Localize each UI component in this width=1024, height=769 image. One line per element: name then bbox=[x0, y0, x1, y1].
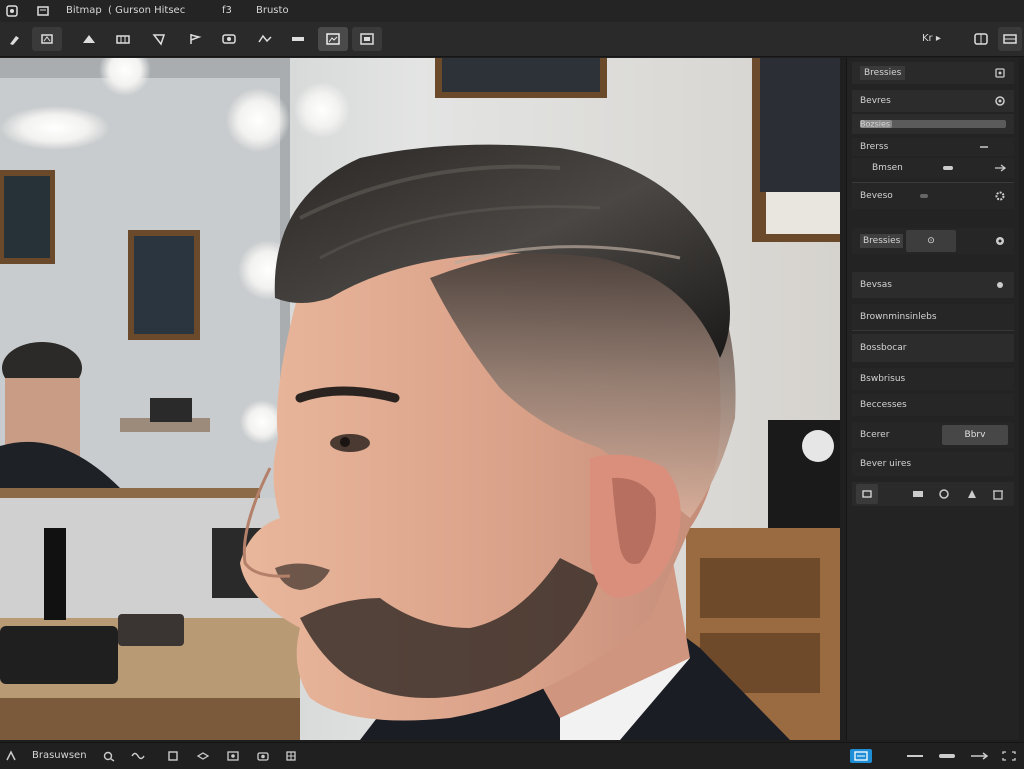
panel-row-11-value: Bbrv bbox=[964, 430, 986, 440]
portrait-photo bbox=[0, 58, 840, 740]
transform-tool-icon[interactable] bbox=[144, 27, 174, 51]
status-label: Brasuwsen bbox=[32, 750, 87, 761]
menu-item-bitmap[interactable]: Bitmap bbox=[66, 4, 102, 18]
grid-toggle-icon[interactable] bbox=[966, 27, 996, 51]
panel-row-2-label: Brerss bbox=[860, 142, 889, 152]
rectangle-tool-icon[interactable] bbox=[283, 27, 313, 51]
gear-icon[interactable] bbox=[994, 190, 1006, 202]
panel-row-10[interactable]: Beccesses bbox=[852, 394, 1014, 416]
panel-header-label: Bressies bbox=[860, 66, 906, 80]
crop-tool-icon[interactable] bbox=[108, 27, 138, 51]
toolbar-right-label[interactable]: Kr ▸ bbox=[922, 32, 941, 46]
panel-row-11-label: Bcerer bbox=[860, 430, 890, 440]
view-toggle-icon[interactable] bbox=[998, 27, 1022, 51]
panel-row-4-label: Beveso bbox=[860, 191, 893, 201]
panel-row-9-label: Bswbrisus bbox=[860, 374, 906, 384]
panel-row-6[interactable]: Bevsas bbox=[852, 272, 1014, 298]
panel-row-7[interactable]: Brownminsinlebs bbox=[852, 304, 1014, 331]
zoom-in-icon[interactable] bbox=[968, 749, 990, 763]
panel-row-9[interactable]: Bswbrisus bbox=[852, 368, 1014, 390]
grid-icon[interactable] bbox=[280, 749, 302, 763]
image-tool-icon[interactable] bbox=[214, 27, 244, 51]
panel-row-7-label: Brownminsinlebs bbox=[860, 312, 937, 322]
panel-row-11[interactable]: Bcerer Bbrv bbox=[852, 422, 1014, 448]
dot-icon bbox=[918, 190, 930, 202]
export-tool-icon[interactable] bbox=[352, 27, 382, 51]
panel-row-3-label: Bmsen bbox=[872, 163, 903, 173]
toolbar: Kr ▸ bbox=[0, 22, 1024, 57]
clone-tool-icon[interactable] bbox=[74, 27, 104, 51]
panel-row-5-value: ⊙ bbox=[927, 236, 935, 246]
panel-row-1-label: Bozsies bbox=[860, 119, 891, 129]
panel-row-0[interactable]: Bevres bbox=[852, 90, 1014, 112]
pin-icon[interactable] bbox=[994, 279, 1006, 291]
file-icon[interactable] bbox=[36, 4, 50, 18]
menu-item-f3[interactable]: f3 bbox=[222, 4, 232, 18]
panel-row-1[interactable]: Bozsies bbox=[852, 114, 1014, 134]
mode-indicator-icon[interactable] bbox=[850, 749, 872, 763]
panel-row-4[interactable]: Beveso bbox=[852, 182, 1014, 209]
panel-row-8[interactable]: Bossbocar bbox=[852, 334, 1014, 362]
panel-row-6-label: Bevsas bbox=[860, 280, 892, 290]
wave-icon[interactable] bbox=[128, 749, 150, 763]
minus-icon[interactable] bbox=[978, 141, 990, 153]
layers-icon[interactable] bbox=[192, 749, 214, 763]
fullscreen-icon[interactable] bbox=[998, 749, 1020, 763]
flag-tool-icon[interactable] bbox=[180, 27, 210, 51]
frame-icon[interactable] bbox=[162, 749, 184, 763]
settings-icon[interactable] bbox=[994, 95, 1006, 107]
select-tool-icon[interactable] bbox=[32, 27, 62, 51]
panel-row-11-field[interactable]: Bbrv bbox=[942, 425, 1008, 445]
panel-row-2[interactable]: Brerss bbox=[852, 138, 1014, 156]
zoom-icon[interactable] bbox=[98, 749, 120, 763]
properties-panel: Bressies Bevres Bozsies Brerss Bmsen Bev… bbox=[846, 58, 1019, 740]
layer-tool-icon[interactable] bbox=[318, 27, 348, 51]
panel-options-icon[interactable] bbox=[994, 67, 1006, 79]
panel-header: Bressies bbox=[852, 62, 1014, 84]
menu-item-gurson[interactable]: ( Gurson Hitsec bbox=[108, 4, 185, 18]
menu-item-brusto[interactable]: Brusto bbox=[256, 4, 289, 18]
fx-icon[interactable] bbox=[936, 486, 952, 502]
image-canvas[interactable] bbox=[0, 58, 840, 740]
menu-bar: Bitmap ( Gurson Hitsec f3 Brusto bbox=[0, 0, 1024, 22]
panel-row-5[interactable]: Bressies ⊙ bbox=[852, 228, 1014, 254]
brush-tool-icon[interactable] bbox=[0, 27, 30, 51]
panel-row-3[interactable]: Bmsen bbox=[852, 158, 1014, 178]
group-icon[interactable] bbox=[964, 486, 980, 502]
panel-icon-strip bbox=[852, 482, 1014, 506]
status-bar: Brasuwsen bbox=[0, 742, 1024, 769]
camera-icon[interactable] bbox=[252, 749, 274, 763]
picture-icon[interactable] bbox=[222, 749, 244, 763]
panel-row-12[interactable]: Bever uires bbox=[852, 452, 1014, 476]
zoom-out-icon[interactable] bbox=[904, 749, 926, 763]
panel-row-10-label: Beccesses bbox=[860, 400, 907, 410]
hand-icon[interactable] bbox=[0, 749, 22, 763]
flower-icon[interactable] bbox=[994, 235, 1006, 247]
mask-icon[interactable] bbox=[910, 486, 926, 502]
heal-tool-icon[interactable] bbox=[250, 27, 280, 51]
link-icon[interactable] bbox=[942, 162, 954, 174]
panel-row-5-label: Bressies bbox=[860, 234, 904, 248]
arrow-icon[interactable] bbox=[994, 162, 1006, 174]
panel-row-12-label: Bever uires bbox=[860, 459, 912, 469]
panel-row-0-label: Bevres bbox=[860, 96, 891, 106]
panel-row-8-label: Bossbocar bbox=[860, 343, 907, 353]
trash-icon[interactable] bbox=[990, 486, 1006, 502]
app-icon[interactable] bbox=[5, 4, 19, 18]
add-layer-icon[interactable] bbox=[856, 484, 878, 504]
panel-row-5-field[interactable]: ⊙ bbox=[906, 230, 956, 252]
fit-icon[interactable] bbox=[936, 749, 958, 763]
